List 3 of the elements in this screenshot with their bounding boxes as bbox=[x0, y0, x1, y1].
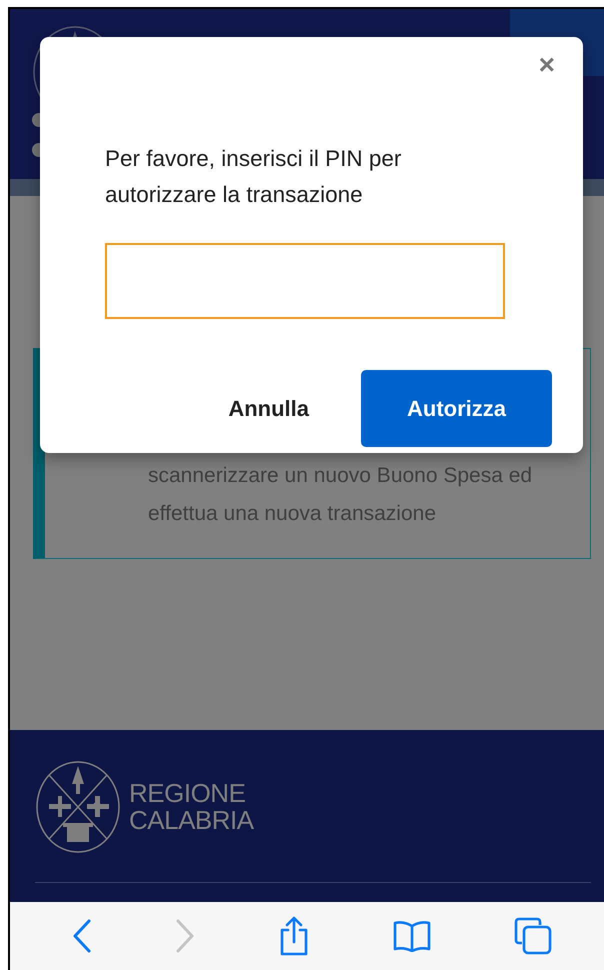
pin-prompt: Per favore, inserisci il PIN per autorizzare la transazione bbox=[105, 145, 402, 209]
card-text: scannerizzare un nuovo Buono Spesa ed effettua una nuova transazione bbox=[148, 463, 533, 528]
region-name: REGIONE CALABRIA bbox=[129, 780, 254, 834]
